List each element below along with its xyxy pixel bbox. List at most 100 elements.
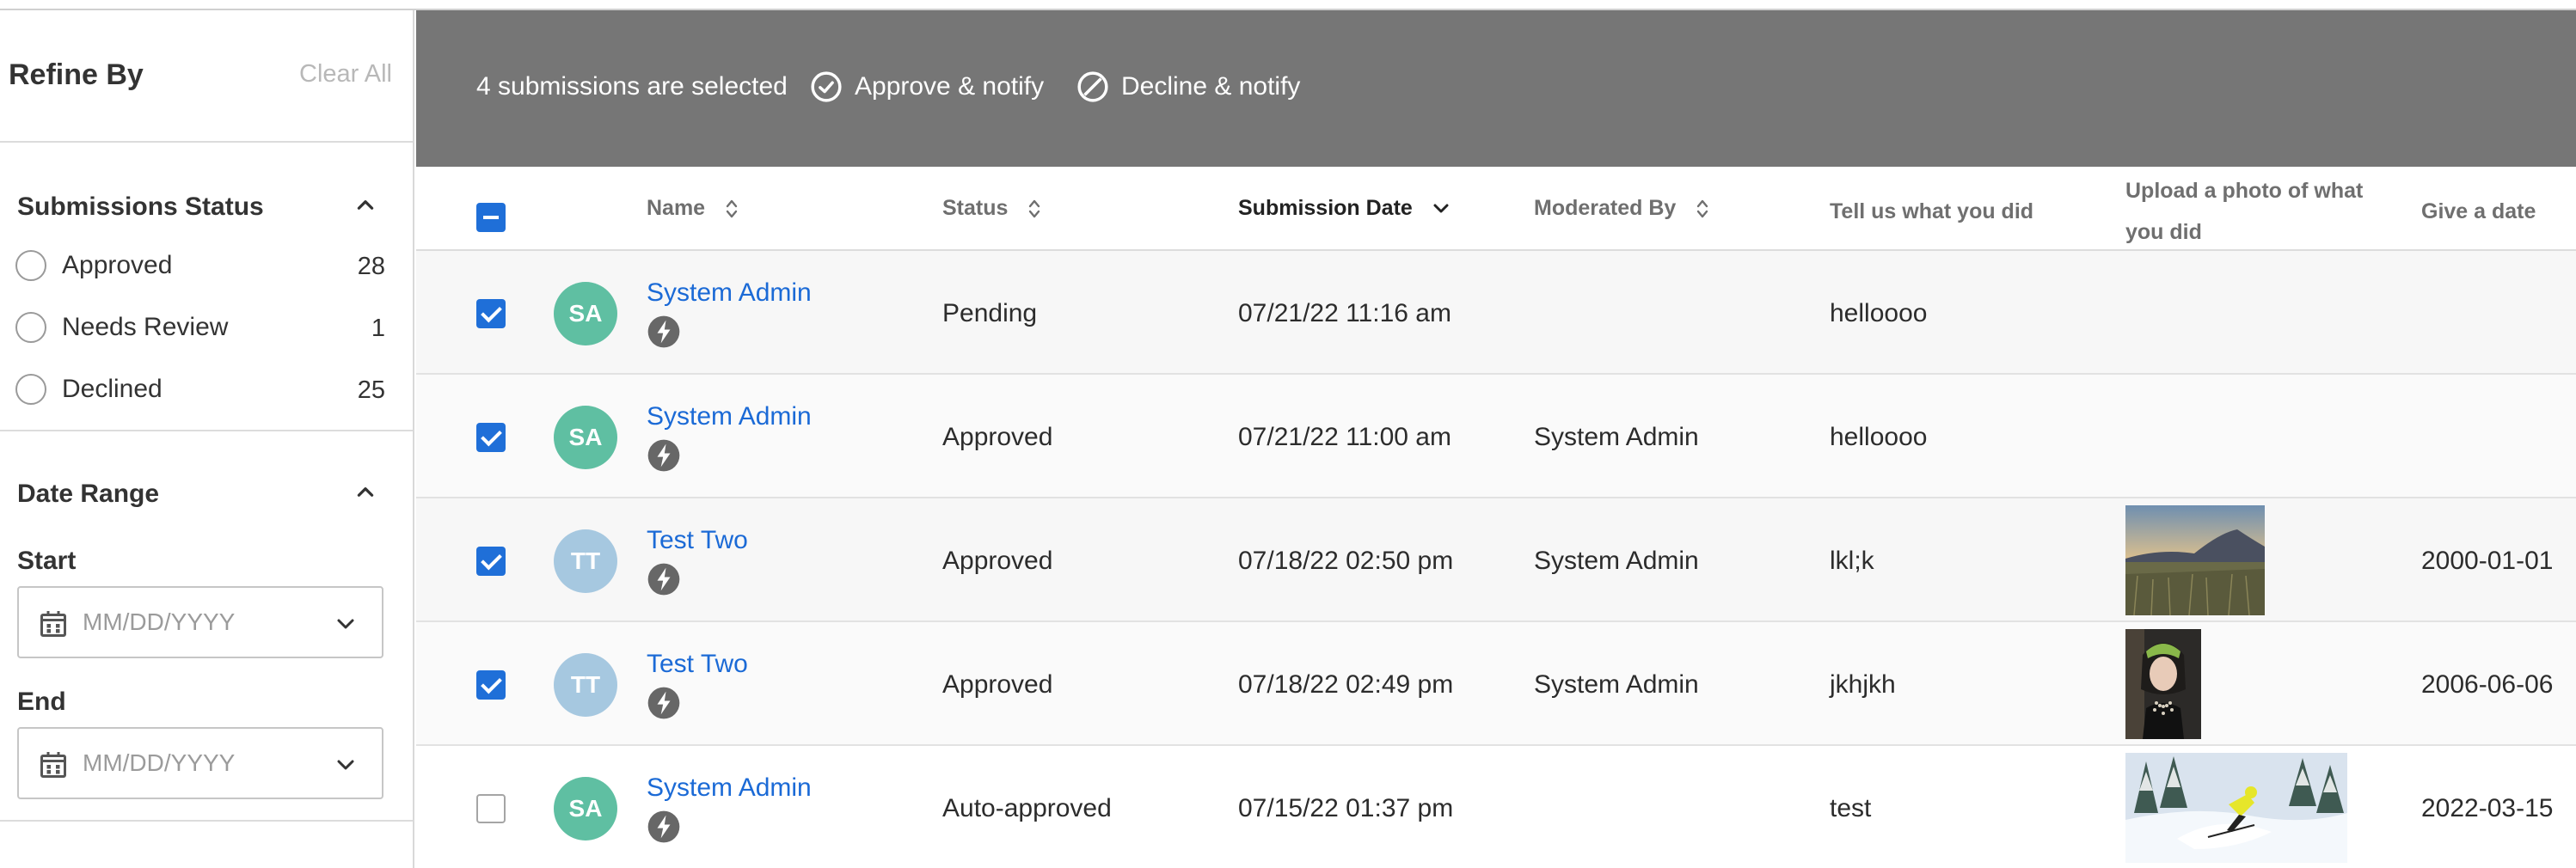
status-option-count: 1	[371, 315, 385, 342]
start-date-input[interactable]: MM/DD/YYYY	[17, 586, 383, 658]
chevron-down-icon[interactable]	[335, 615, 356, 633]
row-checkbox[interactable]	[476, 423, 506, 452]
lightning-bolt-icon	[647, 439, 680, 472]
status-option-needs-review[interactable]: Needs Review 1	[15, 308, 385, 349]
skier-snow-photo[interactable]	[2125, 753, 2347, 863]
end-date-placeholder: MM/DD/YYYY	[83, 749, 236, 776]
end-date-label: End	[17, 688, 66, 716]
avatar: TT	[554, 653, 617, 717]
column-header-give-date: Give a date	[2421, 199, 2536, 223]
column-header-label: Submission Date	[1238, 196, 1413, 220]
column-header-moderated-by[interactable]: Moderated By	[1534, 196, 1709, 221]
calendar-icon	[40, 752, 66, 778]
date-range-title: Date Range	[17, 480, 160, 508]
submitter-name-link[interactable]: System Admin	[647, 278, 812, 308]
submitter-name-link[interactable]: Test Two	[647, 650, 748, 679]
table-row: SA System Admin Auto-approved 07/15/22 0…	[416, 746, 2576, 868]
lightning-bolt-icon	[647, 810, 680, 843]
moderated-by-cell: System Admin	[1534, 423, 1699, 451]
moderated-by-cell: System Admin	[1534, 670, 1699, 699]
status-option-count: 25	[357, 376, 385, 404]
status-cell: Approved	[942, 547, 1053, 575]
radio-button[interactable]	[15, 374, 46, 405]
submissions-main: 4 submissions are selected Approve & not…	[416, 10, 2576, 868]
sort-icon	[1697, 200, 1708, 218]
start-date-placeholder: MM/DD/YYYY	[83, 608, 236, 635]
tell-us-cell: lkl;k	[1830, 547, 1874, 575]
tell-us-cell: helloooo	[1830, 423, 1928, 451]
column-header-upload-photo-line2: you did	[2125, 220, 2202, 244]
column-header-upload-photo-line1: Upload a photo of what	[2125, 179, 2364, 203]
submitter-name-link[interactable]: Test Two	[647, 526, 748, 555]
top-border	[0, 0, 2576, 10]
radio-button[interactable]	[15, 312, 46, 343]
moderated-by-cell: System Admin	[1534, 547, 1699, 575]
avatar: TT	[554, 529, 617, 593]
table-row: SA System Admin Approved 07/21/22 11:00 …	[416, 375, 2576, 498]
lightning-bolt-icon	[647, 687, 680, 719]
radio-button[interactable]	[15, 250, 46, 281]
filter-sidebar: Refine By Clear All Submissions Status A…	[0, 10, 414, 868]
status-cell: Pending	[942, 299, 1038, 327]
table-row: TT Test Two Approved 07/18/22 02:50 pm S…	[416, 498, 2576, 622]
status-option-label: Needs Review	[62, 313, 229, 341]
tell-us-cell: jkhjkh	[1830, 670, 1896, 699]
column-header-name[interactable]: Name	[647, 196, 739, 221]
avatar: SA	[554, 777, 617, 840]
date-range-section: Date Range Start MM/DD/YYYY End MM/DD/YY…	[0, 433, 413, 822]
selection-count-text: 4 submissions are selected	[476, 72, 788, 101]
status-option-approved[interactable]: Approved 28	[15, 246, 385, 287]
status-option-label: Approved	[62, 251, 173, 279]
column-header-status[interactable]: Status	[942, 196, 1041, 221]
lightning-bolt-icon	[647, 563, 680, 596]
refine-title: Refine By	[9, 58, 144, 91]
submission-date-cell: 07/15/22 01:37 pm	[1238, 794, 1454, 822]
portrait-person-photo[interactable]	[2125, 629, 2201, 739]
submission-date-cell: 07/21/22 11:00 am	[1238, 423, 1451, 451]
column-header-label: Moderated By	[1534, 196, 1677, 220]
start-date-label: Start	[17, 547, 77, 575]
ban-icon	[1077, 71, 1108, 102]
status-cell: Auto-approved	[942, 794, 1112, 822]
give-date-cell: 2000-01-01	[2421, 547, 2554, 575]
row-checkbox[interactable]	[476, 299, 506, 328]
give-date-cell: 2006-06-06	[2421, 670, 2554, 699]
end-date-input[interactable]: MM/DD/YYYY	[17, 727, 383, 799]
give-date-cell: 2022-03-15	[2421, 794, 2554, 822]
bulk-action-bar: 4 submissions are selected Approve & not…	[416, 10, 2576, 167]
tell-us-cell: helloooo	[1830, 299, 1928, 327]
avatar: SA	[554, 406, 617, 469]
select-all-checkbox[interactable]	[476, 203, 506, 232]
chevron-down-icon	[1433, 204, 1449, 213]
table-row: TT Test Two Approved 07/18/22 02:49 pm S…	[416, 622, 2576, 746]
status-option-declined[interactable]: Declined 25	[15, 370, 385, 411]
table-row: SA System Admin Pending 07/21/22 11:16 a…	[416, 251, 2576, 375]
sort-icon	[1029, 200, 1040, 218]
submitter-name-link[interactable]: System Admin	[647, 402, 812, 431]
clear-all-link[interactable]: Clear All	[299, 60, 392, 89]
row-checkbox[interactable]	[476, 547, 506, 576]
submitter-name-link[interactable]: System Admin	[647, 773, 812, 803]
status-cell: Approved	[942, 423, 1053, 451]
tell-us-cell: test	[1830, 794, 1872, 822]
check-circle-icon	[811, 71, 842, 102]
chevron-up-icon[interactable]	[354, 194, 377, 217]
status-option-count: 28	[357, 253, 385, 280]
submission-date-cell: 07/18/22 02:50 pm	[1238, 547, 1454, 575]
column-header-label: Status	[942, 196, 1009, 220]
column-header-tell-us: Tell us what you did	[1830, 199, 2034, 223]
submission-date-cell: 07/21/22 11:16 am	[1238, 299, 1451, 327]
chevron-up-icon[interactable]	[354, 481, 377, 504]
column-header-submission-date[interactable]: Submission Date	[1238, 196, 1450, 221]
row-checkbox[interactable]	[476, 794, 506, 823]
landscape-field-photo[interactable]	[2125, 505, 2265, 615]
row-checkbox[interactable]	[476, 670, 506, 700]
decline-notify-button[interactable]: Decline & notify	[1076, 65, 1317, 110]
status-section-title: Submissions Status	[17, 193, 264, 221]
status-option-label: Declined	[62, 375, 163, 403]
chevron-down-icon[interactable]	[335, 756, 356, 773]
approve-notify-button[interactable]: Approve & notify	[810, 65, 1051, 110]
refine-header: Refine By Clear All	[0, 10, 413, 143]
lightning-bolt-icon	[647, 315, 680, 348]
table-header: Name Status Submission Date Moderated By…	[416, 167, 2576, 251]
